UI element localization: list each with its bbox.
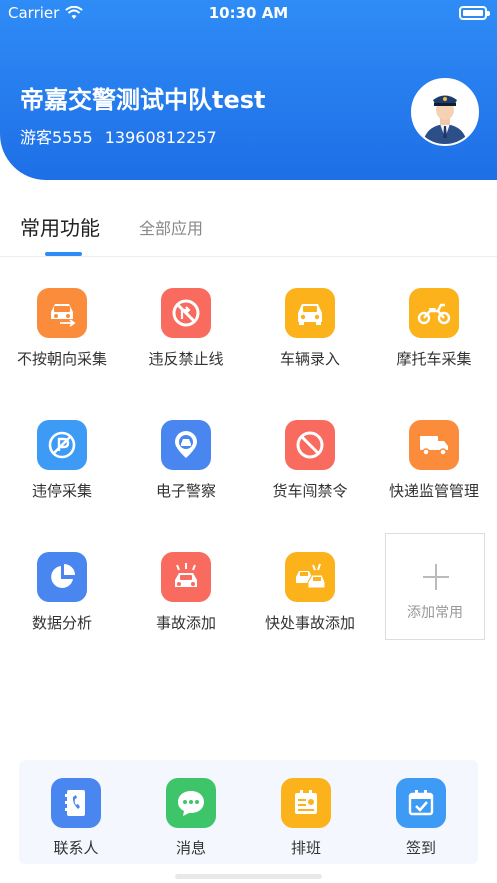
car-front-icon [285,288,335,338]
user-phone: 13960812257 [104,128,217,147]
quick-item-schedule[interactable]: 排班 [249,760,363,864]
plus-icon [423,564,449,590]
unit-name: 帝嘉交警测试中队test [20,86,266,114]
add-common-label: 添加常用 [407,605,463,621]
user-role: 游客5555 [20,128,93,147]
message-icon [166,778,216,828]
function-label: 车辆录入 [279,350,340,368]
quick-item-checkin[interactable]: 签到 [364,760,478,864]
quick-item-contacts[interactable]: 联系人 [19,760,133,864]
function-item[interactable]: 违反禁止线 [124,260,248,392]
profile-header: Carrier 10:30 AM 帝嘉交警测试中队test 游客5555 1396… [0,0,497,180]
quick-item-label: 联系人 [53,839,99,857]
function-label: 快处事故添加 [264,614,355,632]
function-label: 违停采集 [31,482,92,500]
add-common-button[interactable]: 添加常用 [385,533,485,640]
quick-item-messages[interactable]: 消息 [134,760,248,864]
function-item[interactable]: 不按朝向采集 [0,260,124,392]
checkin-calendar-icon [396,778,446,828]
function-item[interactable]: 摩托车采集 [372,260,496,392]
status-time: 10:30 AM [208,4,289,22]
pie-chart-icon [37,552,87,602]
no-parking-icon [37,420,87,470]
function-item[interactable]: 快递监管管理 [372,392,496,524]
user-info: 游客5555 13960812257 [20,124,217,148]
active-tab-indicator [45,252,82,256]
delivery-truck-icon [409,420,459,470]
function-item[interactable]: 数据分析 [0,524,124,656]
avatar[interactable] [411,78,479,146]
schedule-icon [281,778,331,828]
quick-item-label: 消息 [175,839,206,857]
function-item[interactable]: 违停采集 [0,392,124,524]
tab-common-functions[interactable]: 常用功能 [20,212,100,241]
car-direction-icon [37,288,87,338]
tab-bar: 常用功能 全部应用 [0,200,497,257]
function-label: 不按朝向采集 [16,350,107,368]
motorcycle-icon [409,288,459,338]
quick-item-label: 排班 [290,839,321,857]
function-item[interactable]: 电子警察 [124,392,248,524]
function-item[interactable]: 车辆录入 [248,260,372,392]
function-label: 快递监管管理 [388,482,479,500]
quick-item-label: 签到 [405,839,436,857]
function-label: 电子警察 [155,482,216,500]
function-label: 数据分析 [31,614,92,632]
function-label: 摩托车采集 [396,350,472,368]
function-label: 违反禁止线 [148,350,224,368]
traffic-camera-icon [161,420,211,470]
prohibited-sign-icon [285,420,335,470]
police-officer-avatar-icon [413,80,477,144]
function-label: 事故添加 [155,614,216,632]
no-turn-sign-icon [161,288,211,338]
function-label: 货车闯禁令 [272,482,348,500]
function-item[interactable]: 事故添加 [124,524,248,656]
battery-icon [459,6,490,20]
contacts-icon [51,778,101,828]
fast-accident-icon [285,552,335,602]
function-item[interactable]: 货车闯禁令 [248,392,372,524]
status-bar: Carrier 10:30 AM [0,0,497,28]
car-crash-icon [161,552,211,602]
tab-all-apps[interactable]: 全部应用 [139,215,203,239]
quick-access-bar: 联系人 消息 排班 签到 [19,760,478,864]
function-item[interactable]: 快处事故添加 [248,524,372,656]
home-indicator [175,874,322,879]
